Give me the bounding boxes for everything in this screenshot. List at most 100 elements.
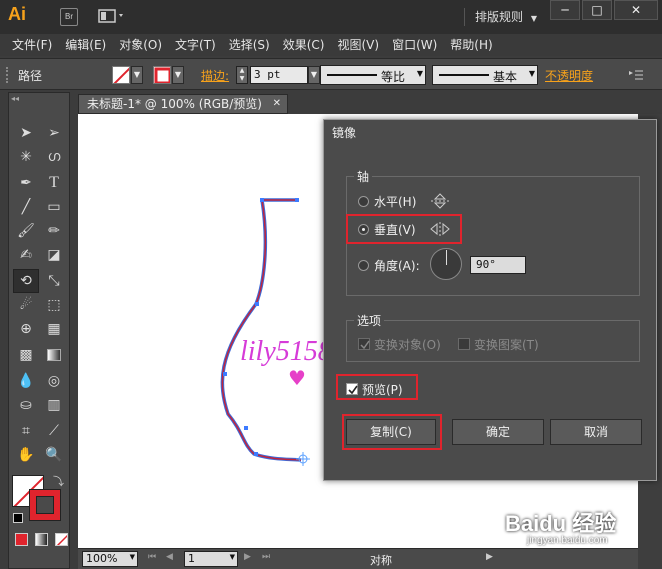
brush-icon: 🖌 xyxy=(17,223,35,239)
brush-definition-select[interactable]: 基本 ▼ xyxy=(432,65,538,85)
stroke-weight-stepper[interactable]: ▲ ▼ xyxy=(236,66,248,84)
hand-tool[interactable]: ✋ xyxy=(13,443,39,467)
menu-type[interactable]: 文字(T) xyxy=(175,34,216,56)
minimize-button[interactable]: ─ xyxy=(550,0,580,20)
horizontal-label[interactable]: 水平(H) xyxy=(374,193,416,210)
document-tab[interactable]: 未标题-1* @ 100% (RGB/预览) ✕ xyxy=(78,94,288,114)
angle-radio[interactable] xyxy=(358,260,369,271)
workspace-label: 排版规则 xyxy=(475,10,524,24)
opacity-panel-link[interactable]: 不透明度 xyxy=(545,67,593,84)
magic-wand-tool[interactable]: ✳ xyxy=(13,145,39,169)
shape-builder-tool[interactable]: ⊕ xyxy=(13,317,39,341)
fill-dropdown[interactable]: ▼ xyxy=(131,66,143,84)
default-colors-icon[interactable] xyxy=(13,513,23,523)
anchor-point[interactable] xyxy=(254,452,258,456)
column-graph-tool[interactable]: ▥ xyxy=(41,393,67,417)
menu-view[interactable]: 视图(V) xyxy=(337,34,379,56)
eraser-tool[interactable]: ◪ xyxy=(41,243,67,267)
first-artboard-icon[interactable]: ⏮ xyxy=(148,552,156,562)
axis-group-label: 轴 xyxy=(354,168,373,185)
anchor-point[interactable] xyxy=(260,198,264,202)
transform-objects-label[interactable]: 变换对象(O) xyxy=(374,336,441,353)
status-bar: 100% ▼ ⏮ ◀ 1 ▼ ▶ ⏭ 对称 ▶ xyxy=(78,548,638,569)
menu-effect[interactable]: 效果(C) xyxy=(283,34,325,56)
chevron-down-icon: ▼ xyxy=(129,553,135,561)
variable-width-profile-select[interactable]: 等比 ▼ xyxy=(320,65,426,85)
selection-tool[interactable]: ➤ xyxy=(13,121,39,145)
stroke-dropdown[interactable]: ▼ xyxy=(172,66,184,84)
stroke-weight-input[interactable]: 3 pt xyxy=(250,66,308,84)
none-mode-button[interactable] xyxy=(55,533,68,546)
close-button[interactable]: ✕ xyxy=(614,0,658,20)
type-tool[interactable]: T xyxy=(41,171,67,195)
pen-tool[interactable]: ✒ xyxy=(13,171,39,195)
scale-tool[interactable]: ⤡ xyxy=(41,269,67,293)
menu-select[interactable]: 选择(S) xyxy=(229,34,270,56)
stroke-color-swatch[interactable] xyxy=(29,489,61,521)
menu-help[interactable]: 帮助(H) xyxy=(450,34,492,56)
chevron-down-icon: ▼ xyxy=(530,14,537,23)
warp-tool[interactable]: ☄ xyxy=(13,293,39,317)
transform-objects-checkbox[interactable] xyxy=(358,338,370,350)
panel-collapse-icon[interactable]: ◂◂ xyxy=(11,94,19,103)
menu-object[interactable]: 对象(O) xyxy=(119,34,162,56)
panel-menu-icon[interactable] xyxy=(628,68,644,82)
prev-artboard-icon[interactable]: ◀ xyxy=(166,552,173,562)
perspective-grid-tool[interactable]: ▦ xyxy=(41,317,67,341)
maximize-button[interactable]: □ xyxy=(582,0,612,20)
bridge-button[interactable]: Br xyxy=(60,8,78,26)
menu-edit[interactable]: 编辑(E) xyxy=(65,34,106,56)
blend-tool[interactable]: ◎ xyxy=(41,369,67,393)
angle-label[interactable]: 角度(A): xyxy=(374,257,420,274)
angle-dial[interactable] xyxy=(430,248,462,280)
anchor-point[interactable] xyxy=(223,372,227,376)
menu-window[interactable]: 窗口(W) xyxy=(392,34,437,56)
reflect-origin-icon[interactable] xyxy=(296,452,310,466)
stroke-panel-link[interactable]: 描边: xyxy=(201,67,229,84)
transform-patterns-label[interactable]: 变换图案(T) xyxy=(474,336,539,353)
anchor-point[interactable] xyxy=(255,302,259,306)
control-bar: 路径 ▼ ▼ 描边: ▲ ▼ 3 pt ▼ 等比 ▼ 基本 ▼ 不透明度 xyxy=(0,58,662,90)
stroke-weight-dropdown[interactable]: ▼ xyxy=(308,66,320,84)
blob-brush-tool[interactable]: ✍ xyxy=(13,243,39,267)
arrange-documents-button[interactable] xyxy=(98,8,128,26)
angle-input[interactable]: 90° xyxy=(470,256,526,274)
mesh-icon: ▩ xyxy=(19,347,33,363)
rectangle-tool[interactable]: ▭ xyxy=(41,195,67,219)
gradient-tool[interactable] xyxy=(41,343,67,367)
pencil-tool[interactable]: ✏ xyxy=(41,219,67,243)
paintbrush-tool[interactable]: 🖌 xyxy=(13,219,39,243)
ok-button[interactable]: 确定 xyxy=(452,419,544,445)
symbol-sprayer-tool[interactable]: ⛀ xyxy=(13,393,39,417)
artboard-number-select[interactable]: 1 ▼ xyxy=(184,551,238,567)
cancel-button[interactable]: 取消 xyxy=(550,419,642,445)
gradient-mode-button[interactable] xyxy=(35,533,48,546)
mesh-tool[interactable]: ▩ xyxy=(13,343,39,367)
stroke-swatch[interactable] xyxy=(153,66,171,84)
reflect-tool[interactable]: ⟲ xyxy=(13,269,39,293)
swap-fill-stroke-icon[interactable]: ⤵ xyxy=(53,473,64,489)
zoom-select[interactable]: 100% ▼ xyxy=(82,551,138,567)
perspective-grid-icon: ▦ xyxy=(47,321,61,337)
lasso-tool[interactable]: ഗ xyxy=(41,145,67,169)
eyedropper-tool[interactable]: 💧 xyxy=(13,369,39,393)
zoom-tool[interactable]: 🔍 xyxy=(41,443,67,467)
horizontal-radio[interactable] xyxy=(358,196,369,207)
last-artboard-icon[interactable]: ⏭ xyxy=(262,552,270,562)
anchor-point[interactable] xyxy=(244,426,248,430)
close-icon[interactable]: ✕ xyxy=(273,95,281,113)
workspace-switcher[interactable]: 排版规则 ▼ xyxy=(464,8,546,26)
status-menu-icon[interactable]: ▶ xyxy=(486,552,493,562)
direct-selection-tool[interactable]: ➢ xyxy=(41,121,67,145)
artboard-tool[interactable]: ⌗ xyxy=(13,419,39,443)
anchor-point[interactable] xyxy=(295,198,299,202)
line-tool[interactable]: ╱ xyxy=(13,195,39,219)
transform-patterns-checkbox[interactable] xyxy=(458,338,470,350)
free-transform-tool[interactable]: ⬚ xyxy=(41,293,67,317)
fill-swatch[interactable] xyxy=(112,66,130,84)
slice-tool[interactable]: ⟋ xyxy=(41,419,67,443)
menu-file[interactable]: 文件(F) xyxy=(12,34,52,56)
color-mode-button[interactable] xyxy=(15,533,28,546)
next-artboard-icon[interactable]: ▶ xyxy=(244,552,251,562)
status-text: 对称 xyxy=(370,554,392,567)
